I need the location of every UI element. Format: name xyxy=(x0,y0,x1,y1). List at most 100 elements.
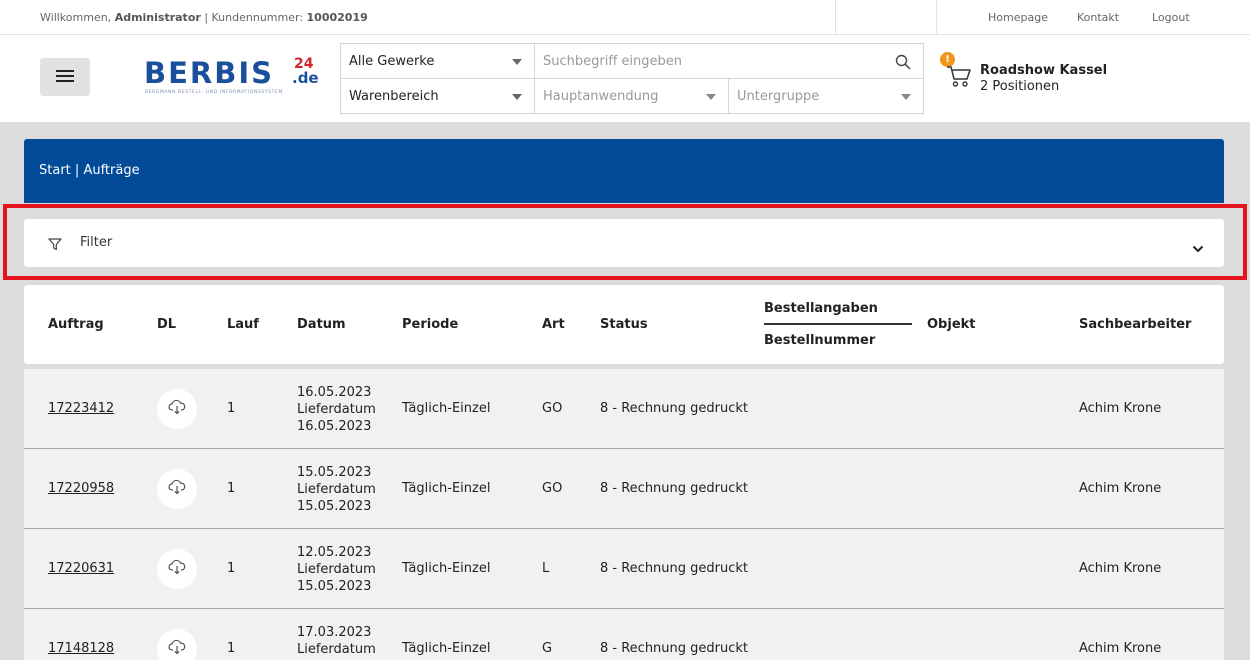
datum-cell: 12.05.2023 Lieferdatum 15.05.2023 xyxy=(297,544,376,595)
sachbearbeiter-cell: Achim Krone xyxy=(1079,401,1162,416)
kontakt-link[interactable]: Kontakt xyxy=(1077,11,1119,24)
welcome-prefix: Willkommen, xyxy=(40,11,112,24)
status-cell: 8 - Rechnung gedruckt xyxy=(600,401,749,416)
cloud-download-icon xyxy=(168,399,186,419)
lieferdatum-value: 16.05.2023 xyxy=(297,419,372,434)
user-name: Administrator xyxy=(114,11,201,24)
table-row: 17148128 1 17.03.2023 Lieferdatum Täglic… xyxy=(24,609,1224,660)
datum-cell: 15.05.2023 Lieferdatum 15.05.2023 xyxy=(297,464,376,515)
col-objekt[interactable]: Objekt xyxy=(927,317,976,332)
periode-cell: Täglich-Einzel xyxy=(402,481,491,496)
datum-value: 15.05.2023 xyxy=(297,465,372,480)
datum-cell: 16.05.2023 Lieferdatum 16.05.2023 xyxy=(297,384,376,435)
col-datum[interactable]: Datum xyxy=(297,317,346,332)
cart-icon[interactable] xyxy=(946,64,972,92)
breadcrumb-current: Aufträge xyxy=(83,163,140,178)
berbis-logo[interactable]: BERBIS 24 .de BERGMANN BESTELL- UND INFO… xyxy=(144,57,322,101)
col-dl[interactable]: DL xyxy=(157,317,176,332)
lieferdatum-label: Lieferdatum xyxy=(297,402,376,417)
sachbearbeiter-cell: Achim Krone xyxy=(1079,641,1162,656)
lauf-cell: 1 xyxy=(227,641,236,656)
customer-number: 10002019 xyxy=(306,11,368,24)
logout-link[interactable]: Logout xyxy=(1152,11,1190,24)
lieferdatum-value: 15.05.2023 xyxy=(297,579,372,594)
chevron-down-icon[interactable] xyxy=(1192,238,1204,257)
periode-cell: Täglich-Einzel xyxy=(402,561,491,576)
logo-word: BERBIS xyxy=(144,56,275,90)
filter-label: Filter xyxy=(80,235,113,250)
lieferdatum-value: 15.05.2023 xyxy=(297,499,372,514)
caret-down-icon xyxy=(512,59,522,65)
table-row: 17223412 1 16.05.2023 Lieferdatum 16.05.… xyxy=(24,369,1224,449)
lieferdatum-label: Lieferdatum xyxy=(297,482,376,497)
breadcrumb-start[interactable]: Start xyxy=(39,163,71,178)
col-status[interactable]: Status xyxy=(600,317,648,332)
untergruppe-select[interactable]: Untergruppe xyxy=(729,79,923,114)
datum-value: 12.05.2023 xyxy=(297,545,372,560)
status-cell: 8 - Rechnung gedruckt xyxy=(600,561,749,576)
filter-bar[interactable]: Filter xyxy=(24,219,1224,267)
auftrag-link[interactable]: 17148128 xyxy=(48,641,114,656)
customer-label: | Kundennummer: xyxy=(204,11,304,24)
gewerke-value: Alle Gewerke xyxy=(349,53,435,69)
datum-value: 16.05.2023 xyxy=(297,385,372,400)
download-button[interactable] xyxy=(157,389,197,429)
art-cell: L xyxy=(542,561,550,576)
download-button[interactable] xyxy=(157,469,197,509)
auftrag-link[interactable]: 17220958 xyxy=(48,481,114,496)
art-cell: GO xyxy=(542,481,563,496)
col-bestellangaben[interactable]: Bestellangaben xyxy=(764,301,878,316)
search-placeholder: Suchbegriff eingeben xyxy=(543,53,683,69)
caret-down-icon xyxy=(706,94,716,100)
auftrag-link[interactable]: 17223412 xyxy=(48,401,114,416)
datum-cell: 17.03.2023 Lieferdatum xyxy=(297,624,376,658)
breadcrumb-separator: | xyxy=(74,163,80,178)
download-button[interactable] xyxy=(157,549,197,589)
download-button[interactable] xyxy=(157,629,197,660)
col-auftrag[interactable]: Auftrag xyxy=(48,317,104,332)
periode-cell: Täglich-Einzel xyxy=(402,401,491,416)
sachbearbeiter-cell: Achim Krone xyxy=(1079,561,1162,576)
search-panel: Alle Gewerke Suchbegriff eingeben Warenb… xyxy=(340,43,924,114)
table-row: 17220958 1 15.05.2023 Lieferdatum 15.05.… xyxy=(24,449,1224,529)
header-divider xyxy=(764,323,912,325)
status-cell: 8 - Rechnung gedruckt xyxy=(600,641,749,656)
table-header: Auftrag DL Lauf Datum Periode Art Status… xyxy=(24,285,1224,364)
status-cell: 8 - Rechnung gedruckt xyxy=(600,481,749,496)
cloud-download-icon xyxy=(168,559,186,579)
gewerke-select[interactable]: Alle Gewerke xyxy=(341,44,535,79)
menu-button[interactable] xyxy=(40,58,90,96)
lauf-cell: 1 xyxy=(227,561,236,576)
lauf-cell: 1 xyxy=(227,401,236,416)
cloud-download-icon xyxy=(168,479,186,499)
cart[interactable]: ! Roadshow Kassel 2 Positionen xyxy=(940,52,1140,102)
homepage-link[interactable]: Homepage xyxy=(988,11,1048,24)
logo-tagline: BERGMANN BESTELL- UND INFORMATIONSSYSTEM xyxy=(145,90,283,95)
auftrag-link[interactable]: 17220631 xyxy=(48,561,114,576)
hamburger-icon xyxy=(56,68,74,87)
table-row: 17220631 1 12.05.2023 Lieferdatum 15.05.… xyxy=(24,529,1224,609)
warenbereich-select[interactable]: Warenbereich xyxy=(341,79,535,114)
cart-name: Roadshow Kassel xyxy=(980,63,1108,78)
logo-tld: .de xyxy=(292,69,319,87)
col-sachbearbeiter[interactable]: Sachbearbeiter xyxy=(1079,317,1191,332)
search-icon[interactable] xyxy=(895,54,911,74)
hauptanwendung-value: Hauptanwendung xyxy=(543,89,659,104)
search-input[interactable]: Suchbegriff eingeben xyxy=(535,44,923,79)
col-lauf[interactable]: Lauf xyxy=(227,317,259,332)
header: BERBIS 24 .de BERGMANN BESTELL- UND INFO… xyxy=(0,35,1250,122)
hauptanwendung-select[interactable]: Hauptanwendung xyxy=(535,79,729,114)
col-bestellnummer[interactable]: Bestellnummer xyxy=(764,333,875,348)
top-bar: Willkommen, Administrator | Kundennummer… xyxy=(0,0,1250,35)
welcome-text: Willkommen, Administrator | Kundennummer… xyxy=(40,11,368,24)
col-periode[interactable]: Periode xyxy=(402,317,458,332)
lauf-cell: 1 xyxy=(227,481,236,496)
caret-down-icon xyxy=(512,94,522,100)
sachbearbeiter-cell: Achim Krone xyxy=(1079,481,1162,496)
lieferdatum-label: Lieferdatum xyxy=(297,642,376,657)
topbar-divider xyxy=(835,0,836,35)
breadcrumb: Start | Aufträge xyxy=(24,139,1224,203)
topbar-divider xyxy=(936,0,937,35)
lieferdatum-label: Lieferdatum xyxy=(297,562,376,577)
col-art[interactable]: Art xyxy=(542,317,565,332)
